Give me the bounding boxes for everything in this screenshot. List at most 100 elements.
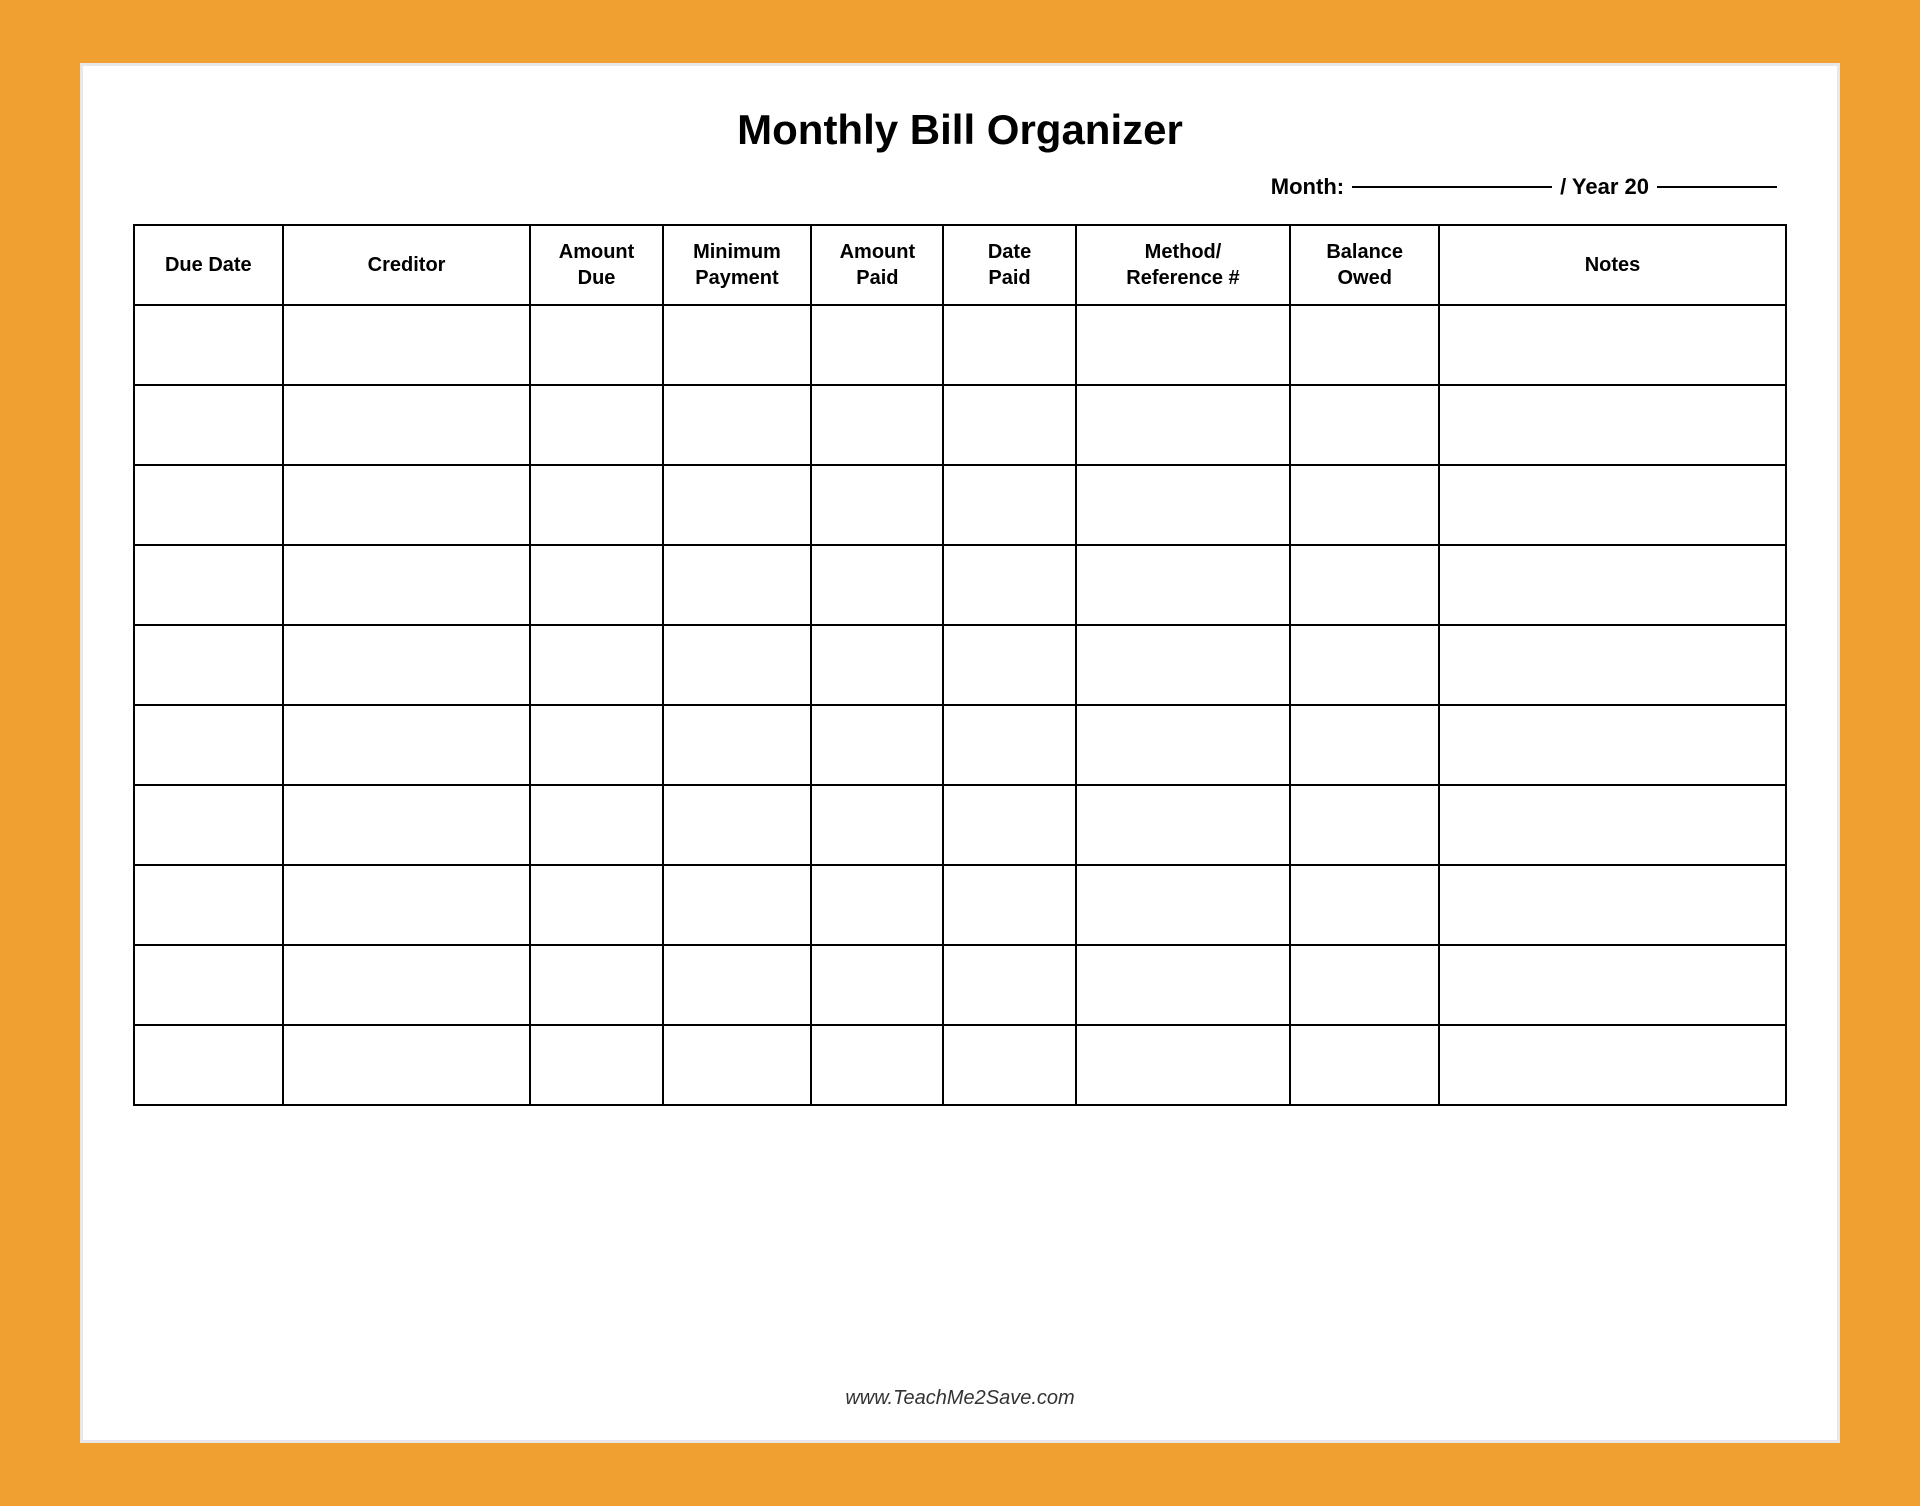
table-cell (1439, 545, 1786, 625)
table-cell (811, 465, 943, 545)
table-cell (943, 1025, 1075, 1105)
table-cell (811, 385, 943, 465)
table-cell (663, 305, 812, 385)
table-row (134, 705, 1786, 785)
table-cell (663, 625, 812, 705)
table-cell (1439, 385, 1786, 465)
table-cell (1290, 385, 1439, 465)
header-due-date: Due Date (134, 225, 283, 305)
table-row (134, 785, 1786, 865)
table-cell (283, 785, 531, 865)
header-amount-due: AmountDue (530, 225, 662, 305)
bill-table-container: Due Date Creditor AmountDue MinimumPayme… (133, 224, 1787, 1367)
footer-website: www.TeachMe2Save.com (845, 1387, 1074, 1410)
table-cell (283, 305, 531, 385)
table-cell (1439, 625, 1786, 705)
header-method-ref: Method/Reference # (1076, 225, 1291, 305)
table-cell (283, 625, 531, 705)
table-cell (530, 305, 662, 385)
table-header-row: Due Date Creditor AmountDue MinimumPayme… (134, 225, 1786, 305)
table-cell (1076, 465, 1291, 545)
header-min-payment: MinimumPayment (663, 225, 812, 305)
table-row (134, 545, 1786, 625)
table-cell (1076, 945, 1291, 1025)
year-input-line (1657, 186, 1777, 188)
table-cell (530, 865, 662, 945)
table-cell (811, 305, 943, 385)
table-cell (1290, 705, 1439, 785)
table-cell (943, 545, 1075, 625)
table-cell (1439, 945, 1786, 1025)
table-cell (811, 945, 943, 1025)
table-cell (1290, 785, 1439, 865)
table-cell (1076, 305, 1291, 385)
header-date-paid: DatePaid (943, 225, 1075, 305)
table-cell (663, 465, 812, 545)
header-notes: Notes (1439, 225, 1786, 305)
table-cell (663, 705, 812, 785)
table-cell (134, 625, 283, 705)
table-cell (943, 705, 1075, 785)
table-cell (1290, 545, 1439, 625)
table-cell (663, 945, 812, 1025)
month-year-row: Month: / Year 20 (133, 174, 1787, 200)
month-input-line (1352, 186, 1552, 188)
table-cell (1076, 545, 1291, 625)
table-cell (943, 385, 1075, 465)
table-cell (134, 545, 283, 625)
table-cell (1076, 1025, 1291, 1105)
table-cell (1439, 1025, 1786, 1105)
table-cell (811, 785, 943, 865)
table-cell (283, 385, 531, 465)
table-cell (811, 545, 943, 625)
header-balance-owed: BalanceOwed (1290, 225, 1439, 305)
table-row (134, 865, 1786, 945)
table-cell (811, 705, 943, 785)
table-cell (134, 305, 283, 385)
page-title: Monthly Bill Organizer (737, 106, 1183, 154)
table-cell (134, 385, 283, 465)
table-cell (530, 705, 662, 785)
table-cell (530, 465, 662, 545)
table-cell (943, 465, 1075, 545)
table-cell (1076, 705, 1291, 785)
table-cell (283, 865, 531, 945)
table-cell (283, 945, 531, 1025)
table-cell (943, 785, 1075, 865)
table-cell (1439, 465, 1786, 545)
table-cell (943, 625, 1075, 705)
table-cell (134, 1025, 283, 1105)
table-cell (1290, 945, 1439, 1025)
table-cell (1290, 305, 1439, 385)
table-row (134, 465, 1786, 545)
table-cell (134, 465, 283, 545)
table-cell (530, 785, 662, 865)
table-row (134, 305, 1786, 385)
table-cell (1290, 625, 1439, 705)
table-body (134, 305, 1786, 1105)
table-cell (134, 865, 283, 945)
table-cell (943, 865, 1075, 945)
table-cell (943, 305, 1075, 385)
table-cell (663, 545, 812, 625)
table-cell (283, 545, 531, 625)
table-cell (134, 705, 283, 785)
table-row (134, 625, 1786, 705)
table-cell (1076, 785, 1291, 865)
table-cell (1290, 1025, 1439, 1105)
table-cell (1076, 865, 1291, 945)
table-cell (530, 385, 662, 465)
page-container: Monthly Bill Organizer Month: / Year 20 … (80, 63, 1840, 1443)
month-label: Month: (1271, 174, 1344, 200)
table-cell (1290, 865, 1439, 945)
table-cell (283, 705, 531, 785)
table-cell (530, 945, 662, 1025)
table-cell (811, 625, 943, 705)
table-cell (1439, 305, 1786, 385)
table-cell (1076, 625, 1291, 705)
header-amount-paid: AmountPaid (811, 225, 943, 305)
table-row (134, 1025, 1786, 1105)
table-cell (663, 865, 812, 945)
table-cell (663, 785, 812, 865)
table-cell (1439, 865, 1786, 945)
